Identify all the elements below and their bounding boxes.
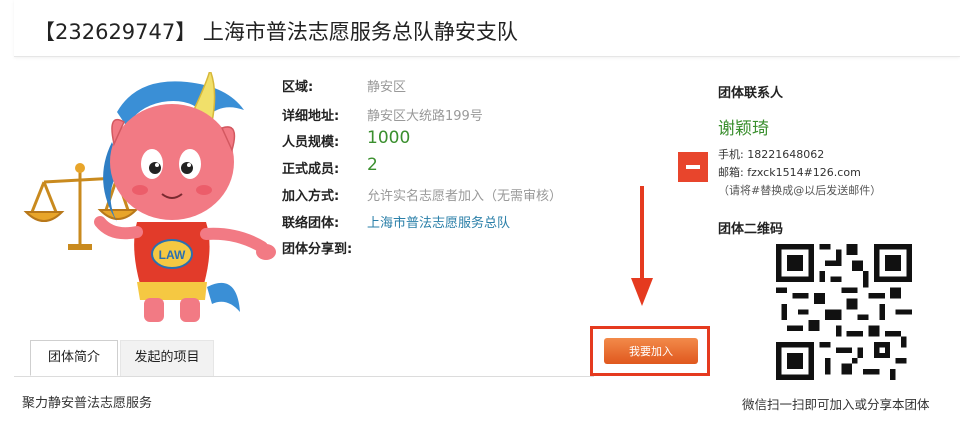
page-title: 【232629747】 上海市普法志愿服务总队静安支队 [34,20,518,44]
arrow-down-icon [631,186,653,306]
join-button[interactable]: 我要加入 [604,338,698,364]
address-label: 详细地址: [282,109,340,124]
contact-email: 邮箱: fzxck1514#126.com [718,166,861,179]
tab-projects[interactable]: 发起的项目 [120,340,214,376]
contact-name: 谢颖琦 [718,119,769,139]
members-value: 2 [367,155,378,175]
group-intro-text: 聚力静安普法志愿服务 [22,396,153,411]
mascot-badge-text: LAW [159,248,186,262]
mascot-illustration: LAW [23,72,276,322]
linked-group-label: 联络团体: [282,216,340,231]
tab-bar: 团体简介 发起的项目 [14,340,594,377]
members-label: 正式成员: [282,162,340,177]
size-label: 人员规模: [282,135,340,150]
qr-heading: 团体二维码 [718,222,784,237]
qr-caption: 微信扫一扫即可加入或分享本团体 [742,397,930,412]
contact-heading: 团体联系人 [718,86,784,101]
contact-phone: 手机: 18221648062 [718,148,825,161]
linked-group-link[interactable]: 上海市普法志愿服务总队 [367,212,510,231]
page-header: 【232629747】 上海市普法志愿服务总队静安支队 [14,0,960,57]
join-method-value: 允许实名志愿者加入（无需审核） [367,189,563,204]
tab-group-intro[interactable]: 团体简介 [30,340,118,376]
join-method-label: 加入方式: [282,189,340,204]
size-value: 1000 [367,128,411,148]
share-label: 团体分享到: [282,242,353,257]
minus-icon [686,165,700,169]
region-value: 静安区 [367,80,407,95]
address-value: 静安区大统路199号 [367,109,483,124]
qr-code-image [776,244,912,380]
collapse-toggle[interactable] [678,152,708,182]
contact-email-note: （请将#替换成@以后发送邮件） [718,184,882,197]
region-label: 区域: [282,80,314,95]
